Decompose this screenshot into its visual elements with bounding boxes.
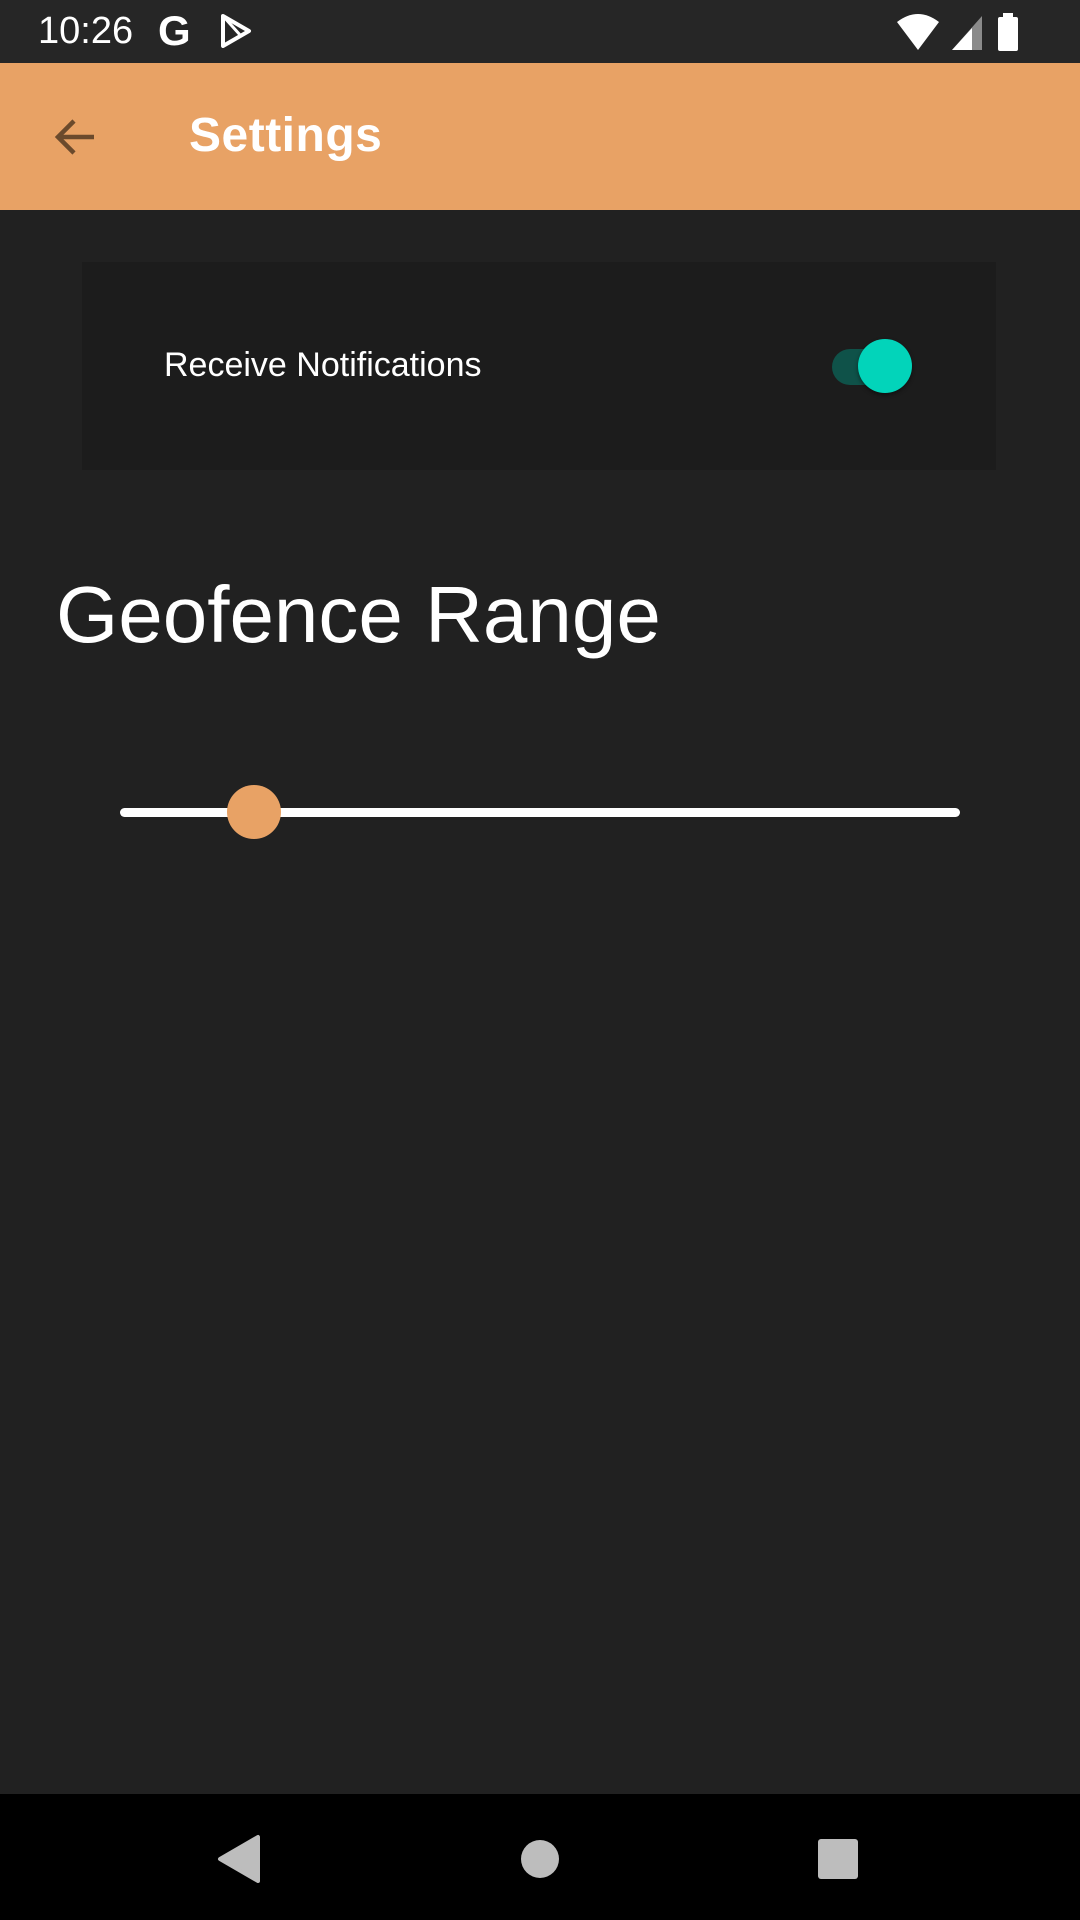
back-triangle-icon bbox=[218, 1835, 260, 1883]
receive-notifications-label: Receive Notifications bbox=[164, 346, 482, 384]
arrow-back-icon bbox=[54, 119, 94, 155]
switch-thumb bbox=[858, 339, 912, 393]
system-navigation-bar bbox=[0, 1794, 1080, 1920]
page-title: Settings bbox=[189, 109, 383, 162]
play-store-icon bbox=[221, 14, 251, 48]
cell-signal-icon bbox=[952, 16, 982, 50]
settings-screen: 10:26 G Settings Receive Notifications G… bbox=[0, 0, 1080, 1920]
notifications-setting-card: Receive Notifications bbox=[82, 262, 996, 470]
receive-notifications-switch[interactable] bbox=[824, 337, 914, 397]
back-button[interactable] bbox=[34, 97, 114, 177]
home-circle-icon bbox=[521, 1840, 559, 1878]
status-icons bbox=[896, 12, 1046, 52]
recents-square-icon bbox=[818, 1839, 858, 1879]
wifi-icon bbox=[897, 14, 939, 50]
geofence-range-heading: Geofence Range bbox=[56, 570, 661, 659]
status-time: 10:26 bbox=[38, 10, 134, 52]
nav-recents-button[interactable] bbox=[793, 1814, 883, 1904]
nav-home-button[interactable] bbox=[495, 1814, 585, 1904]
status-bar: 10:26 G bbox=[0, 0, 1080, 63]
slider-thumb[interactable] bbox=[227, 785, 282, 839]
google-icon: G bbox=[158, 7, 191, 54]
battery-icon bbox=[998, 13, 1018, 51]
geofence-range-slider[interactable] bbox=[110, 782, 970, 842]
app-bar: Settings bbox=[0, 63, 1080, 210]
nav-back-button[interactable] bbox=[194, 1814, 284, 1904]
